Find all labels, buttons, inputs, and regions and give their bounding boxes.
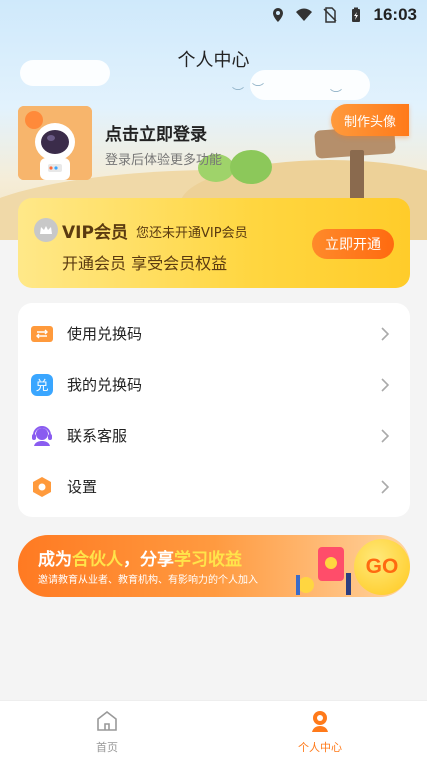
chevron-right-icon (381, 377, 390, 392)
menu-item-use-code[interactable]: 使用兑换码 (18, 308, 410, 359)
location-icon (272, 8, 283, 22)
partner-banner[interactable]: 成为合伙人，分享学习收益 邀请教育从业者、教育机构、有影响力的个人加入 GO (18, 535, 410, 597)
chevron-right-icon (381, 326, 390, 341)
partner-illustration-icon (296, 547, 351, 595)
vip-card[interactable]: VIP会员 您还未开通VIP会员 开通会员 享受会员权益 立即开通 (18, 198, 410, 288)
svg-text:兑: 兑 (35, 379, 48, 394)
vip-status: 您还未开通VIP会员 (136, 226, 248, 241)
clock-time: 16:03 (373, 5, 417, 24)
make-avatar-button[interactable]: 制作头像 (331, 104, 409, 136)
profile-icon (312, 711, 328, 732)
menu-list: 使用兑换码 兑 我的兑换码 联系客服 设置 (18, 303, 410, 517)
bottom-navigation: 首页 个人中心 (0, 700, 427, 760)
no-sim-icon (322, 7, 337, 23)
partner-subtitle: 邀请教育从业者、教育机构、有影响力的个人加入 (38, 575, 258, 586)
nav-label: 个人中心 (298, 741, 342, 754)
vip-title: VIP会员 (62, 223, 128, 243)
wifi-icon (295, 8, 312, 21)
avatar[interactable] (18, 106, 92, 180)
page-title: 个人中心 (177, 50, 250, 71)
status-bar: 16:03 (0, 0, 427, 30)
vip-open-button[interactable]: 立即开通 (312, 229, 394, 259)
nav-item-profile[interactable]: 个人中心 (270, 709, 370, 759)
battery-icon (351, 7, 360, 22)
nav-item-home[interactable]: 首页 (57, 709, 157, 759)
menu-item-label: 设置 (67, 478, 98, 496)
menu-item-label: 我的兑换码 (67, 376, 143, 394)
settings-icon (31, 476, 53, 498)
ticket-icon (31, 323, 53, 345)
login-prompt[interactable]: 点击立即登录 (105, 120, 207, 145)
chevron-right-icon (381, 428, 390, 443)
login-subtitle: 登录后体验更多功能 (105, 153, 223, 168)
astronaut-avatar-icon (18, 106, 92, 180)
menu-item-my-codes[interactable]: 兑 我的兑换码 (18, 359, 410, 410)
menu-item-label: 使用兑换码 (67, 325, 143, 343)
menu-item-contact-support[interactable]: 联系客服 (18, 410, 410, 461)
exchange-icon: 兑 (31, 373, 53, 396)
vip-slogan: 开通会员 享受会员权益 (62, 254, 228, 273)
nav-label: 首页 (96, 741, 118, 754)
home-icon (97, 710, 117, 731)
headset-icon (31, 425, 53, 447)
vip-crown-icon (34, 218, 58, 242)
menu-item-label: 联系客服 (67, 427, 128, 445)
chevron-right-icon (381, 479, 390, 494)
go-button[interactable]: GO (354, 539, 410, 595)
menu-item-settings[interactable]: 设置 (18, 461, 410, 512)
partner-title: 成为合伙人，分享学习收益 (38, 550, 242, 570)
